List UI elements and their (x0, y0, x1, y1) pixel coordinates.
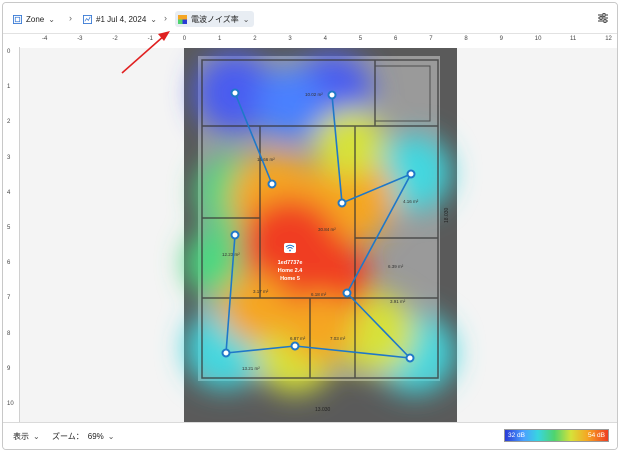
view-menu[interactable]: 表示 ⌄ (13, 431, 40, 442)
room-label: 3.17 m² (253, 289, 269, 294)
dimension-height: 18.030 (444, 207, 450, 223)
ruler-x-tick: 9 (499, 36, 503, 42)
breadcrumb-separator-icon: › (164, 13, 167, 23)
breadcrumb-survey[interactable]: #1 Jul 4, 2024 ⌄ (83, 11, 157, 27)
chevron-down-icon: ⌄ (107, 432, 115, 441)
ruler-x-tick: 6 (394, 36, 398, 42)
room-label: 6.87 m² (290, 336, 306, 341)
ruler-x-tick: 11 (570, 36, 577, 42)
room-label: 10.02 m² (305, 92, 323, 97)
view-label: 表示 (13, 432, 29, 441)
layer-label: 電波ノイズ率 (191, 14, 239, 24)
toolbar: Zone ⌄ › #1 Jul 4, 2024 ⌄ › 電波ノイズ率 ⌄ (3, 3, 617, 33)
ruler-y-tick: 3 (7, 154, 11, 161)
ruler-y-tick: 0 (7, 49, 11, 55)
room-label: 14.66 m² (257, 157, 275, 162)
zoom-value: 69% (87, 432, 104, 441)
ruler-y-tick: 8 (7, 330, 11, 337)
measurement-point[interactable] (221, 348, 231, 358)
floorplan-heatmap[interactable]: 10.02 m² 14.66 m² 30.84 m² 12.23 m² 6.39… (20, 48, 617, 423)
color-scale-legend: 32 dB 54 dB (504, 429, 609, 442)
survey-label: #1 Jul 4, 2024 (96, 14, 147, 24)
ruler-y-tick: 9 (7, 365, 11, 372)
room-label: 6.39 m² (388, 264, 404, 269)
bottom-bar: 表示 ⌄ ズーム： 69% ⌄ 32 dB 54 dB (3, 422, 617, 449)
ruler-x-tick: 2 (253, 36, 257, 42)
ruler-x-tick: 1 (218, 36, 222, 42)
measurement-point[interactable] (290, 341, 300, 351)
ruler-x-tick: 12 (605, 36, 612, 42)
room-label: 30.84 m² (318, 227, 336, 232)
measurement-point[interactable] (342, 288, 352, 298)
chevron-down-icon: ⌄ (33, 432, 40, 441)
ap-ssid-24: Home 2.4 (278, 268, 303, 274)
ruler-x-tick: 0 (182, 36, 187, 42)
measurement-point[interactable] (327, 90, 337, 100)
ruler-x-tick: 7 (429, 36, 433, 42)
horizontal-ruler: -4 -3 -2 -1 0 1 2 3 4 5 6 7 8 9 10 11 12 (3, 33, 617, 49)
ruler-x-tick: 4 (323, 36, 327, 42)
breadcrumb-layer[interactable]: 電波ノイズ率 ⌄ (175, 11, 255, 27)
vertical-ruler: 0 1 2 3 4 5 6 7 8 9 10 (3, 47, 20, 423)
chevron-down-icon[interactable]: ⌄ (48, 15, 55, 24)
measurement-point[interactable] (405, 353, 415, 363)
ruler-x-tick: 5 (358, 36, 363, 42)
measurement-point[interactable] (230, 88, 240, 98)
ruler-y-tick: 2 (7, 119, 11, 126)
ruler-y-tick: 1 (7, 84, 11, 91)
zoom-control[interactable]: ズーム： 69% ⌄ (52, 431, 114, 442)
heatmap-layer-icon (178, 14, 187, 24)
chevron-down-icon[interactable]: ⌄ (243, 15, 250, 24)
measurement-point[interactable] (267, 179, 277, 189)
measurement-point[interactable] (230, 230, 240, 240)
app-window: Zone ⌄ › #1 Jul 4, 2024 ⌄ › 電波ノイズ率 ⌄ -4 -… (2, 2, 618, 450)
breadcrumb-separator-icon: › (69, 13, 72, 23)
ruler-x-tick: -1 (147, 36, 153, 42)
room-label: 13.21 m² (242, 366, 260, 371)
sliders-icon[interactable] (597, 12, 609, 24)
ruler-y-tick: 4 (7, 189, 11, 196)
chevron-down-icon[interactable]: ⌄ (150, 15, 157, 24)
ruler-x-tick: -3 (77, 36, 83, 42)
measurement-point[interactable] (406, 169, 416, 179)
room-label: 4.16 m² (403, 199, 419, 204)
map-canvas[interactable]: 10.02 m² 14.66 m² 30.84 m² 12.23 m² 6.39… (20, 48, 617, 423)
ruler-y-tick: 7 (7, 295, 11, 302)
ruler-y-tick: 10 (7, 401, 14, 407)
ap-ssid-5: Home 5 (280, 276, 300, 282)
dimension-width: 13.030 (315, 407, 331, 413)
measurement-point[interactable] (337, 198, 347, 208)
ruler-x-tick: 10 (534, 36, 542, 42)
legend-min: 32 dB (508, 432, 525, 439)
breadcrumb-zone[interactable]: Zone ⌄ (13, 11, 55, 27)
ruler-x-tick: 3 (288, 36, 292, 42)
legend-max: 54 dB (588, 432, 605, 439)
room-label: 6.18 m² (311, 292, 327, 297)
wifi-icon-bg (284, 243, 296, 253)
zone-label: Zone (26, 14, 45, 24)
ruler-y-tick: 5 (7, 225, 11, 231)
ruler-y-tick: 6 (7, 260, 11, 267)
ruler-x-tick: 8 (464, 36, 468, 42)
room-label: 12.23 m² (222, 252, 240, 257)
zone-icon (13, 14, 22, 24)
ap-name: 1ed7737e (278, 260, 303, 266)
ruler-x-tick: -2 (112, 36, 118, 42)
room-label: 7.03 m² (330, 336, 346, 341)
survey-icon (83, 14, 92, 24)
ruler-x-tick: -4 (42, 36, 48, 42)
zoom-label: ズーム： (52, 432, 84, 441)
room-label: 3.91 m² (390, 299, 406, 304)
